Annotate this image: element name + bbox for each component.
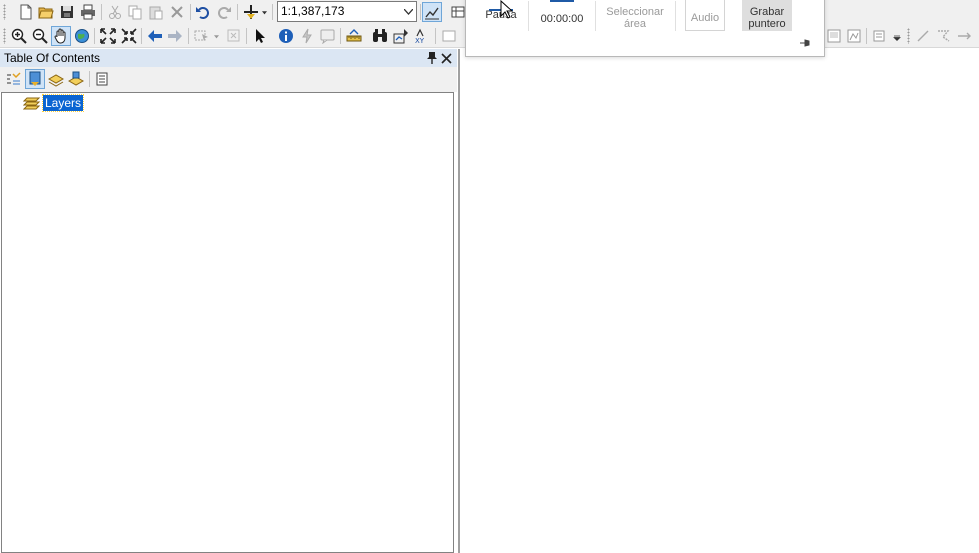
add-data-icon[interactable] bbox=[241, 2, 261, 22]
midpoint-icon[interactable] bbox=[955, 26, 975, 46]
layers-data-frame[interactable]: Layers bbox=[22, 94, 85, 112]
toc-toolbar bbox=[0, 67, 457, 92]
record-pointer-button[interactable]: Grabar puntero bbox=[742, 0, 792, 31]
select-features-icon[interactable] bbox=[192, 26, 212, 46]
toolbar-separator bbox=[340, 28, 341, 44]
close-icon[interactable] bbox=[440, 51, 453, 65]
select-area-label-line2: área bbox=[623, 18, 647, 30]
select-features-dropdown-icon[interactable] bbox=[211, 26, 221, 46]
recording-timer: 00:00:00 bbox=[536, 0, 588, 25]
recorder-separator bbox=[675, 1, 676, 31]
graph-icon[interactable] bbox=[844, 26, 864, 46]
timer-value: 00:00:00 bbox=[540, 13, 584, 25]
toolbar-separator bbox=[435, 28, 436, 44]
toc-tree[interactable]: Layers bbox=[1, 92, 454, 553]
toolbar-separator bbox=[272, 4, 273, 20]
select-area-label-line1: Seleccionar bbox=[606, 6, 664, 18]
find-icon[interactable] bbox=[370, 26, 390, 46]
save-icon[interactable] bbox=[57, 2, 77, 22]
pan-icon[interactable] bbox=[51, 26, 71, 46]
toolbar-separator bbox=[246, 28, 247, 44]
new-document-icon[interactable] bbox=[16, 2, 36, 22]
paste-icon[interactable] bbox=[146, 2, 166, 22]
toolbar-grip[interactable] bbox=[3, 28, 6, 44]
audio-button[interactable]: Audio bbox=[685, 0, 725, 31]
edit-vertices-icon[interactable] bbox=[870, 26, 890, 46]
delete-icon[interactable] bbox=[167, 2, 187, 22]
redo-icon[interactable] bbox=[214, 2, 234, 22]
select-area-button[interactable]: Seleccionar área bbox=[603, 6, 667, 30]
editor-toolbar-icon[interactable] bbox=[422, 2, 442, 22]
list-by-drawing-order-icon[interactable] bbox=[4, 69, 24, 89]
toc-title: Table Of Contents bbox=[4, 51, 101, 65]
copy-icon[interactable] bbox=[125, 2, 145, 22]
zoom-in-icon[interactable] bbox=[9, 26, 29, 46]
pin-icon[interactable] bbox=[426, 51, 438, 65]
layout-view-icon[interactable] bbox=[824, 26, 844, 46]
toc-header: Table Of Contents bbox=[0, 49, 457, 67]
print-icon[interactable] bbox=[78, 2, 98, 22]
go-back-icon[interactable] bbox=[145, 26, 165, 46]
full-extent-icon[interactable] bbox=[72, 26, 92, 46]
list-by-visibility-icon[interactable] bbox=[46, 69, 66, 89]
scale-dropdown-icon[interactable] bbox=[400, 2, 416, 21]
pin-icon[interactable] bbox=[799, 37, 811, 47]
time-slider-icon[interactable] bbox=[439, 26, 459, 46]
measure-icon[interactable] bbox=[344, 26, 364, 46]
mouse-cursor-icon bbox=[500, 0, 514, 20]
go-to-xy-icon[interactable]: XY bbox=[412, 26, 432, 46]
toolbar-separator bbox=[101, 4, 102, 20]
toolbar-separator bbox=[141, 28, 142, 44]
svg-text:XY: XY bbox=[415, 37, 425, 44]
screen-recorder-bar: Pausa 00:00:00 Seleccionar área Audio Gr… bbox=[465, 0, 825, 57]
undo-icon[interactable] bbox=[193, 2, 213, 22]
trace-icon[interactable] bbox=[934, 26, 954, 46]
toolbar-separator bbox=[190, 4, 191, 20]
map-canvas[interactable] bbox=[460, 49, 979, 553]
map-scale-combobox[interactable]: 1:1,387,173 bbox=[277, 1, 417, 22]
recorder-separator bbox=[595, 1, 596, 31]
toolbar-separator bbox=[866, 28, 867, 44]
fixed-zoom-in-icon[interactable] bbox=[98, 26, 118, 46]
toolbar-separator bbox=[89, 71, 90, 87]
hyperlink-icon[interactable] bbox=[297, 26, 317, 46]
record-pointer-label-line2: puntero bbox=[748, 18, 786, 30]
go-forward-icon[interactable] bbox=[165, 26, 185, 46]
data-frame-icon bbox=[22, 96, 41, 110]
list-by-source-icon[interactable] bbox=[25, 69, 45, 89]
audio-label: Audio bbox=[690, 12, 720, 24]
toolbar-grip[interactable] bbox=[907, 28, 910, 44]
toolbar-separator bbox=[420, 4, 421, 20]
toolbar-overflow-icon[interactable] bbox=[891, 26, 903, 46]
select-elements-icon[interactable] bbox=[250, 26, 270, 46]
timer-icon bbox=[550, 0, 574, 2]
options-icon[interactable] bbox=[92, 69, 112, 89]
layers-label[interactable]: Layers bbox=[41, 94, 85, 112]
open-folder-icon[interactable] bbox=[36, 2, 56, 22]
straight-segment-icon[interactable] bbox=[913, 26, 933, 46]
clear-selection-icon[interactable] bbox=[224, 26, 244, 46]
toolbar-separator bbox=[237, 4, 238, 20]
find-route-icon[interactable] bbox=[391, 26, 411, 46]
html-popup-icon[interactable] bbox=[318, 26, 338, 46]
fixed-zoom-out-icon[interactable] bbox=[119, 26, 139, 46]
record-pointer-label-line1: Grabar bbox=[749, 6, 785, 18]
toolbar-grip[interactable] bbox=[3, 4, 6, 20]
map-scale-value: 1:1,387,173 bbox=[281, 4, 345, 18]
toolbar-separator bbox=[94, 28, 95, 44]
zoom-out-icon[interactable] bbox=[30, 26, 50, 46]
cut-icon[interactable] bbox=[105, 2, 125, 22]
add-data-dropdown-icon[interactable] bbox=[259, 2, 269, 22]
list-by-selection-icon[interactable] bbox=[66, 69, 86, 89]
recorder-separator bbox=[528, 1, 529, 31]
toolbar-separator bbox=[188, 28, 189, 44]
identify-icon[interactable] bbox=[276, 26, 296, 46]
